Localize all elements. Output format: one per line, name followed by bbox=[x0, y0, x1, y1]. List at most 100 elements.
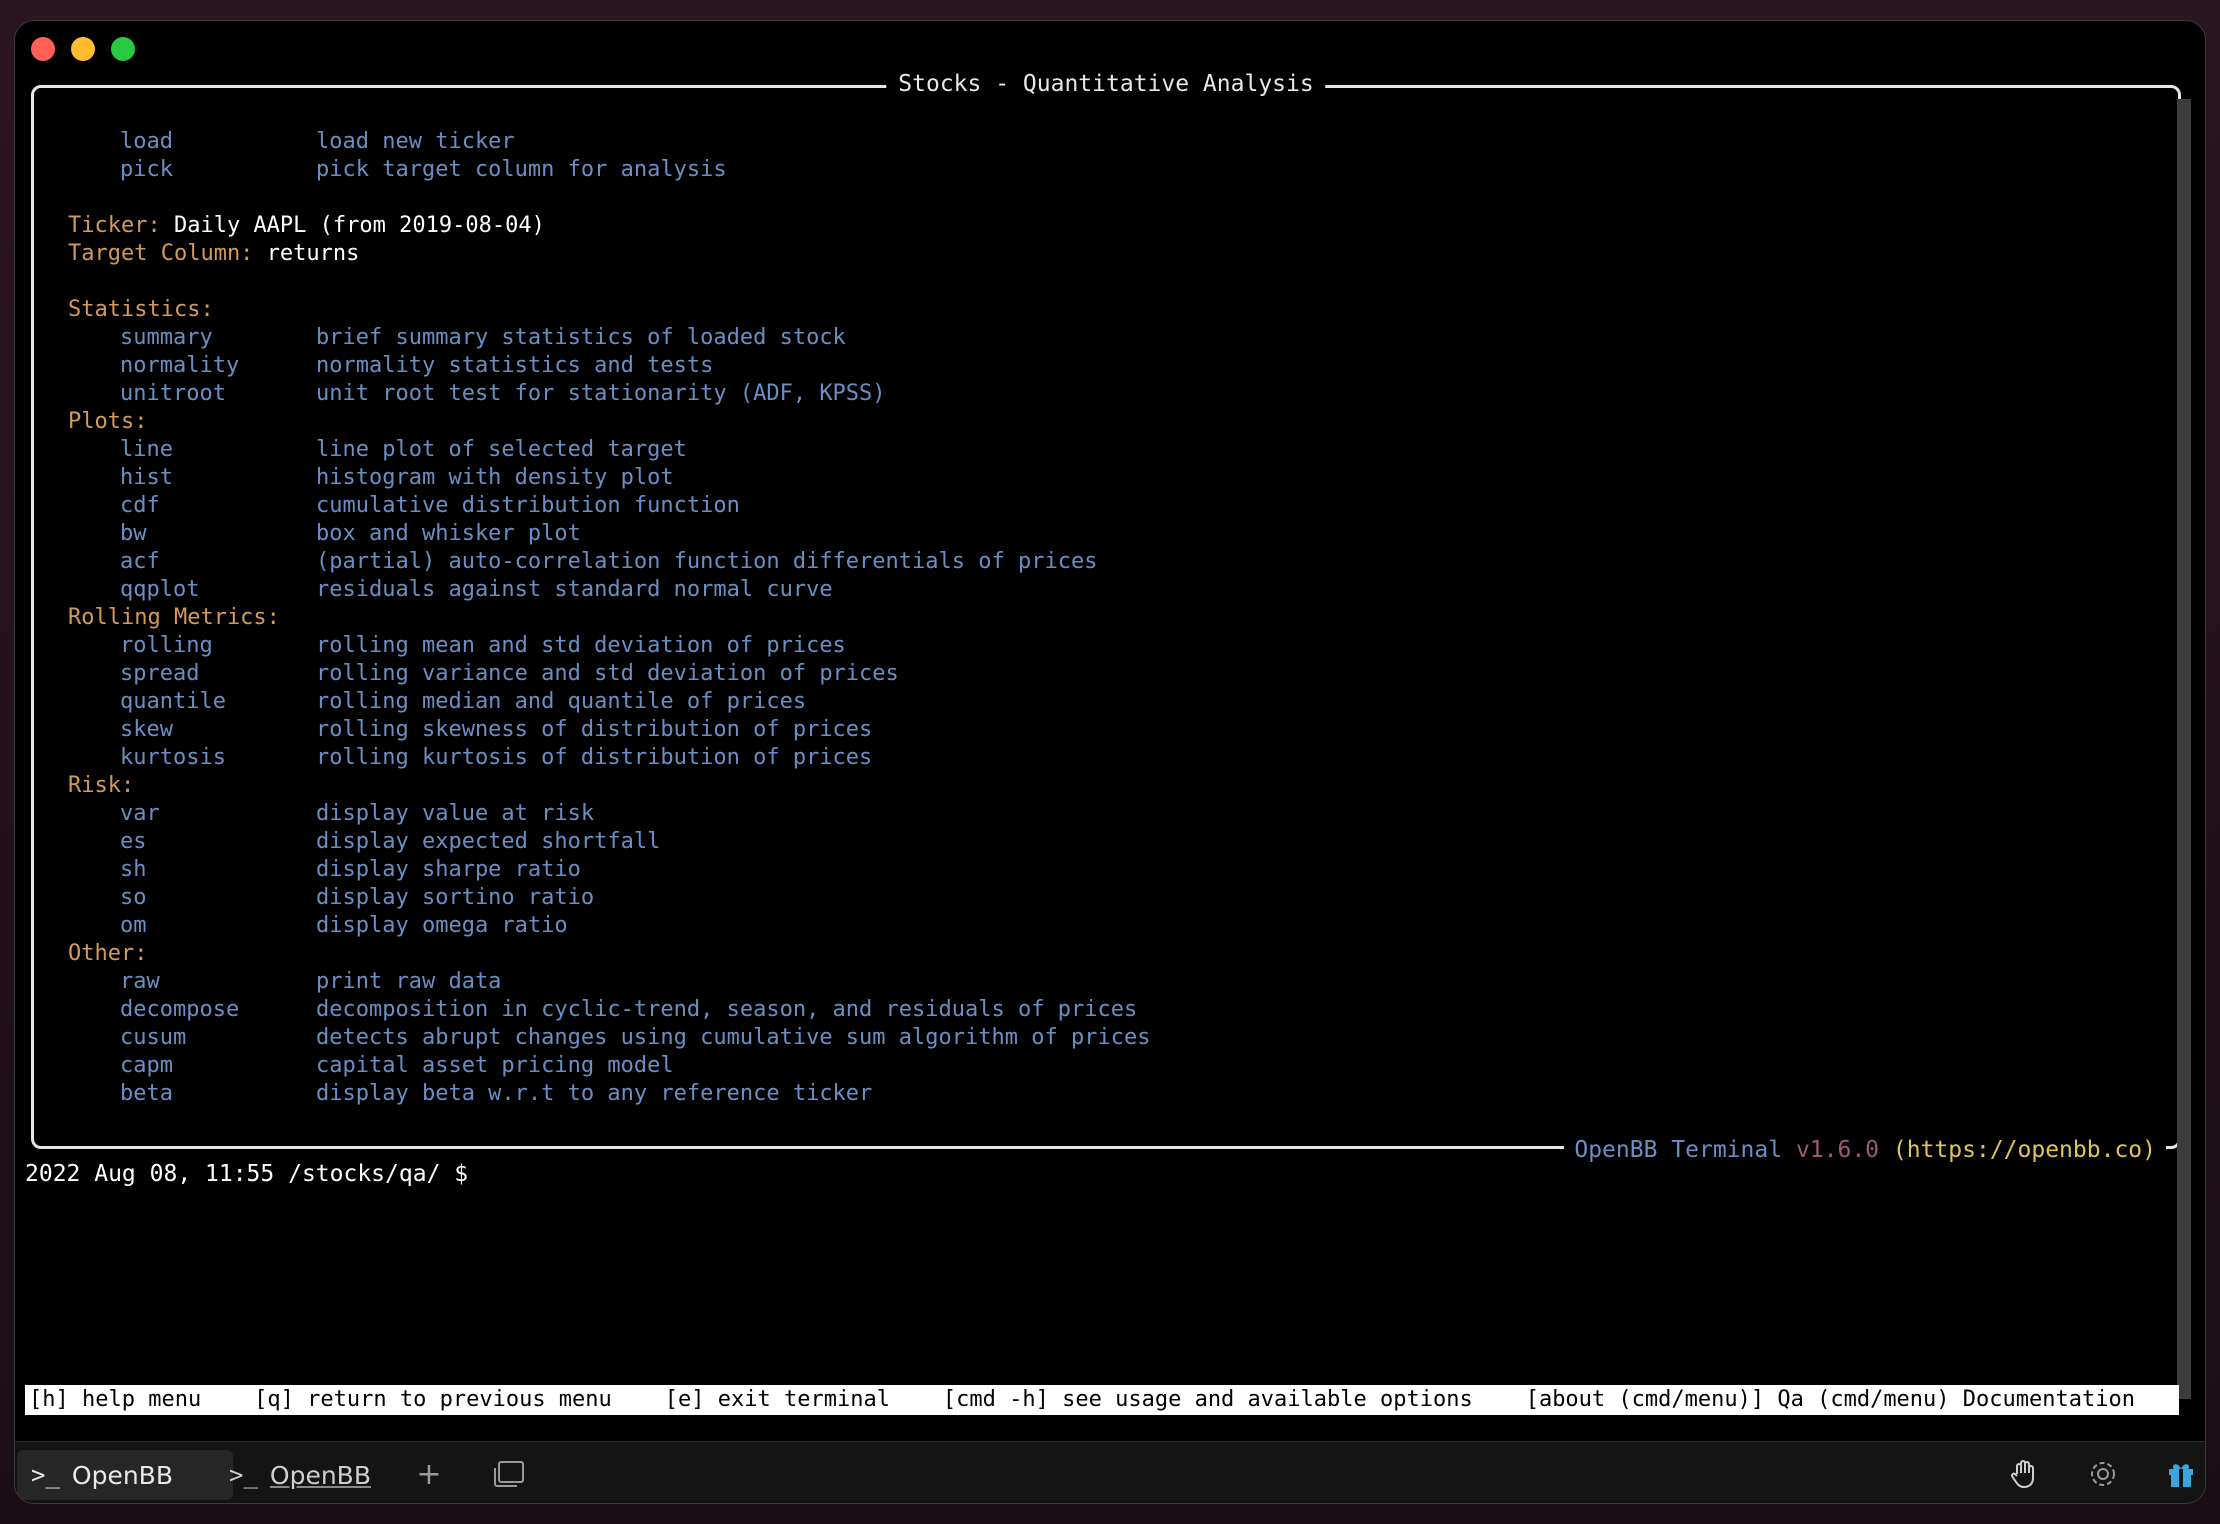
help-bar: [h] help menu [q] return to previous men… bbox=[25, 1385, 2179, 1415]
menu-item-command[interactable]: acf bbox=[68, 548, 316, 576]
menu-item[interactable]: rolling rolling mean and std deviation of… bbox=[68, 632, 1150, 660]
menu-item-command[interactable]: om bbox=[68, 912, 316, 940]
ticker-line: Ticker: Daily AAPL (from 2019-08-04) bbox=[68, 212, 1150, 240]
menu-item-command[interactable]: pick bbox=[68, 156, 316, 184]
menu-item-command[interactable]: capm bbox=[68, 1052, 316, 1080]
terminal-icon: >_ bbox=[31, 1461, 60, 1489]
menu-item-description: brief summary statistics of loaded stock bbox=[316, 325, 846, 350]
menu-item[interactable]: var display value at risk bbox=[68, 800, 1150, 828]
menu-item-description: decomposition in cyclic-trend, season, a… bbox=[316, 997, 1138, 1022]
minimize-button[interactable] bbox=[71, 37, 95, 61]
menu-item-description: print raw data bbox=[316, 969, 502, 994]
tab-label: OpenBB bbox=[71, 1460, 173, 1490]
menu-item[interactable]: spread rolling variance and std deviation… bbox=[68, 660, 1150, 688]
menu-item[interactable]: raw print raw data bbox=[68, 968, 1150, 996]
menu-item[interactable]: decompose decomposition in cyclic-trend, … bbox=[68, 996, 1150, 1024]
menu-item[interactable]: acf (partial) auto-correlation function d… bbox=[68, 548, 1150, 576]
footer-url[interactable]: (https://openbb.co) bbox=[1893, 1137, 2156, 1163]
menu-item-command[interactable]: beta bbox=[68, 1080, 316, 1108]
scrollbar[interactable] bbox=[2177, 99, 2191, 1399]
menu-item[interactable]: qqplot residuals against standard normal … bbox=[68, 576, 1150, 604]
gear-icon[interactable] bbox=[2083, 1454, 2123, 1494]
ticker-value: Daily AAPL (from 2019-08-04) bbox=[173, 213, 545, 238]
tab-openbb-active[interactable]: >_ OpenBB bbox=[17, 1450, 233, 1500]
maximize-button[interactable] bbox=[111, 37, 135, 61]
menu-item-description: detects abrupt changes using cumulative … bbox=[316, 1025, 1151, 1050]
menu-item-description: display omega ratio bbox=[316, 913, 568, 938]
menu-item-description: histogram with density plot bbox=[316, 465, 674, 490]
close-button[interactable] bbox=[31, 37, 55, 61]
menu-item-command[interactable]: cusum bbox=[68, 1024, 316, 1052]
terminal-icon: >_ bbox=[229, 1461, 258, 1489]
menu-item[interactable]: cdf cumulative distribution function bbox=[68, 492, 1150, 520]
section-heading: Statistics: bbox=[68, 297, 214, 322]
menu-item-command[interactable]: load bbox=[68, 128, 316, 156]
menu-item-description: display sortino ratio bbox=[316, 885, 595, 910]
menu-item[interactable]: skew rolling skewness of distribution of … bbox=[68, 716, 1150, 744]
menu-item-command[interactable]: unitroot bbox=[68, 380, 316, 408]
menu-item-command[interactable]: quantile bbox=[68, 688, 316, 716]
menu-item-description: display beta w.r.t to any reference tick… bbox=[316, 1081, 873, 1106]
gift-icon[interactable] bbox=[2161, 1454, 2201, 1494]
menu-item-description: rolling skewness of distribution of pric… bbox=[316, 717, 873, 742]
menu-item-description: display value at risk bbox=[316, 801, 595, 826]
menu-item-command[interactable]: so bbox=[68, 884, 316, 912]
menu-item-command[interactable]: sh bbox=[68, 856, 316, 884]
menu-item-description: capital asset pricing model bbox=[316, 1053, 674, 1078]
menu-item-description: pick target column for analysis bbox=[316, 157, 727, 182]
window-controls bbox=[31, 37, 135, 61]
menu-item[interactable]: hist histogram with density plot bbox=[68, 464, 1150, 492]
menu-item-description: normality statistics and tests bbox=[316, 353, 714, 378]
menu-item[interactable]: quantile rolling median and quantile of p… bbox=[68, 688, 1150, 716]
menu-item[interactable]: load load new ticker bbox=[68, 128, 1150, 156]
menu-item-command[interactable]: var bbox=[68, 800, 316, 828]
menu-item-command[interactable]: line bbox=[68, 436, 316, 464]
menu-item[interactable]: kurtosis rolling kurtosis of distribution… bbox=[68, 744, 1150, 772]
menu-item[interactable]: beta display beta w.r.t to any reference … bbox=[68, 1080, 1150, 1108]
menu-item-command[interactable]: rolling bbox=[68, 632, 316, 660]
plus-icon[interactable]: + bbox=[409, 1454, 449, 1494]
menu-item[interactable]: bw box and whisker plot bbox=[68, 520, 1150, 548]
menu-item-command[interactable]: summary bbox=[68, 324, 316, 352]
menu-item-description: cumulative distribution function bbox=[316, 493, 740, 518]
menu-item-command[interactable]: raw bbox=[68, 968, 316, 996]
menu-item-description: rolling median and quantile of prices bbox=[316, 689, 807, 714]
menu-item-description: display expected shortfall bbox=[316, 829, 661, 854]
menu-item-description: (partial) auto-correlation function diff… bbox=[316, 549, 1098, 574]
menu-item-command[interactable]: normality bbox=[68, 352, 316, 380]
menu-item-command[interactable]: kurtosis bbox=[68, 744, 316, 772]
menu-item-command[interactable]: spread bbox=[68, 660, 316, 688]
menu-item-command[interactable]: skew bbox=[68, 716, 316, 744]
menu-item-command[interactable]: bw bbox=[68, 520, 316, 548]
ticker-label: Ticker: bbox=[68, 213, 161, 238]
menu-item-command[interactable]: es bbox=[68, 828, 316, 856]
tab-bar: >_ OpenBB >_ OpenBB + bbox=[15, 1441, 2205, 1503]
section-heading: Rolling Metrics: bbox=[68, 605, 280, 630]
menu-item[interactable]: unitroot unit root test for stationarity … bbox=[68, 380, 1150, 408]
menu-item[interactable]: om display omega ratio bbox=[68, 912, 1150, 940]
menu-item-description: box and whisker plot bbox=[316, 521, 581, 546]
menu-item[interactable]: summary brief summary statistics of loade… bbox=[68, 324, 1150, 352]
target-column-line: Target Column: returns bbox=[68, 240, 1150, 268]
menu-item[interactable]: normality normality statistics and tests bbox=[68, 352, 1150, 380]
menu-item[interactable]: pick pick target column for analysis bbox=[68, 156, 1150, 184]
menu-item-command[interactable]: decompose bbox=[68, 996, 316, 1024]
menu-item[interactable]: sh display sharpe ratio bbox=[68, 856, 1150, 884]
menu-item[interactable]: es display expected shortfall bbox=[68, 828, 1150, 856]
menu-item[interactable]: line line plot of selected target bbox=[68, 436, 1150, 464]
menu-item-command[interactable]: cdf bbox=[68, 492, 316, 520]
menu-item[interactable]: so display sortino ratio bbox=[68, 884, 1150, 912]
window-icon[interactable] bbox=[489, 1454, 529, 1494]
menu-item-command[interactable]: hist bbox=[68, 464, 316, 492]
command-prompt[interactable]: 2022 Aug 08, 11:55 /stocks/qa/ $ bbox=[25, 1161, 468, 1187]
section-heading: Plots: bbox=[68, 409, 148, 434]
tab-openbb[interactable]: >_ OpenBB bbox=[215, 1450, 385, 1500]
menu-item[interactable]: cusum detects abrupt changes using cumula… bbox=[68, 1024, 1150, 1052]
menu-panel: Stocks - Quantitative Analysis load load … bbox=[31, 71, 2181, 1163]
menu-item-description: load new ticker bbox=[316, 129, 515, 154]
menu-item-command[interactable]: qqplot bbox=[68, 576, 316, 604]
hand-icon[interactable] bbox=[2005, 1454, 2045, 1494]
menu-item-description: rolling variance and std deviation of pr… bbox=[316, 661, 899, 686]
menu-item[interactable]: capm capital asset pricing model bbox=[68, 1052, 1150, 1080]
